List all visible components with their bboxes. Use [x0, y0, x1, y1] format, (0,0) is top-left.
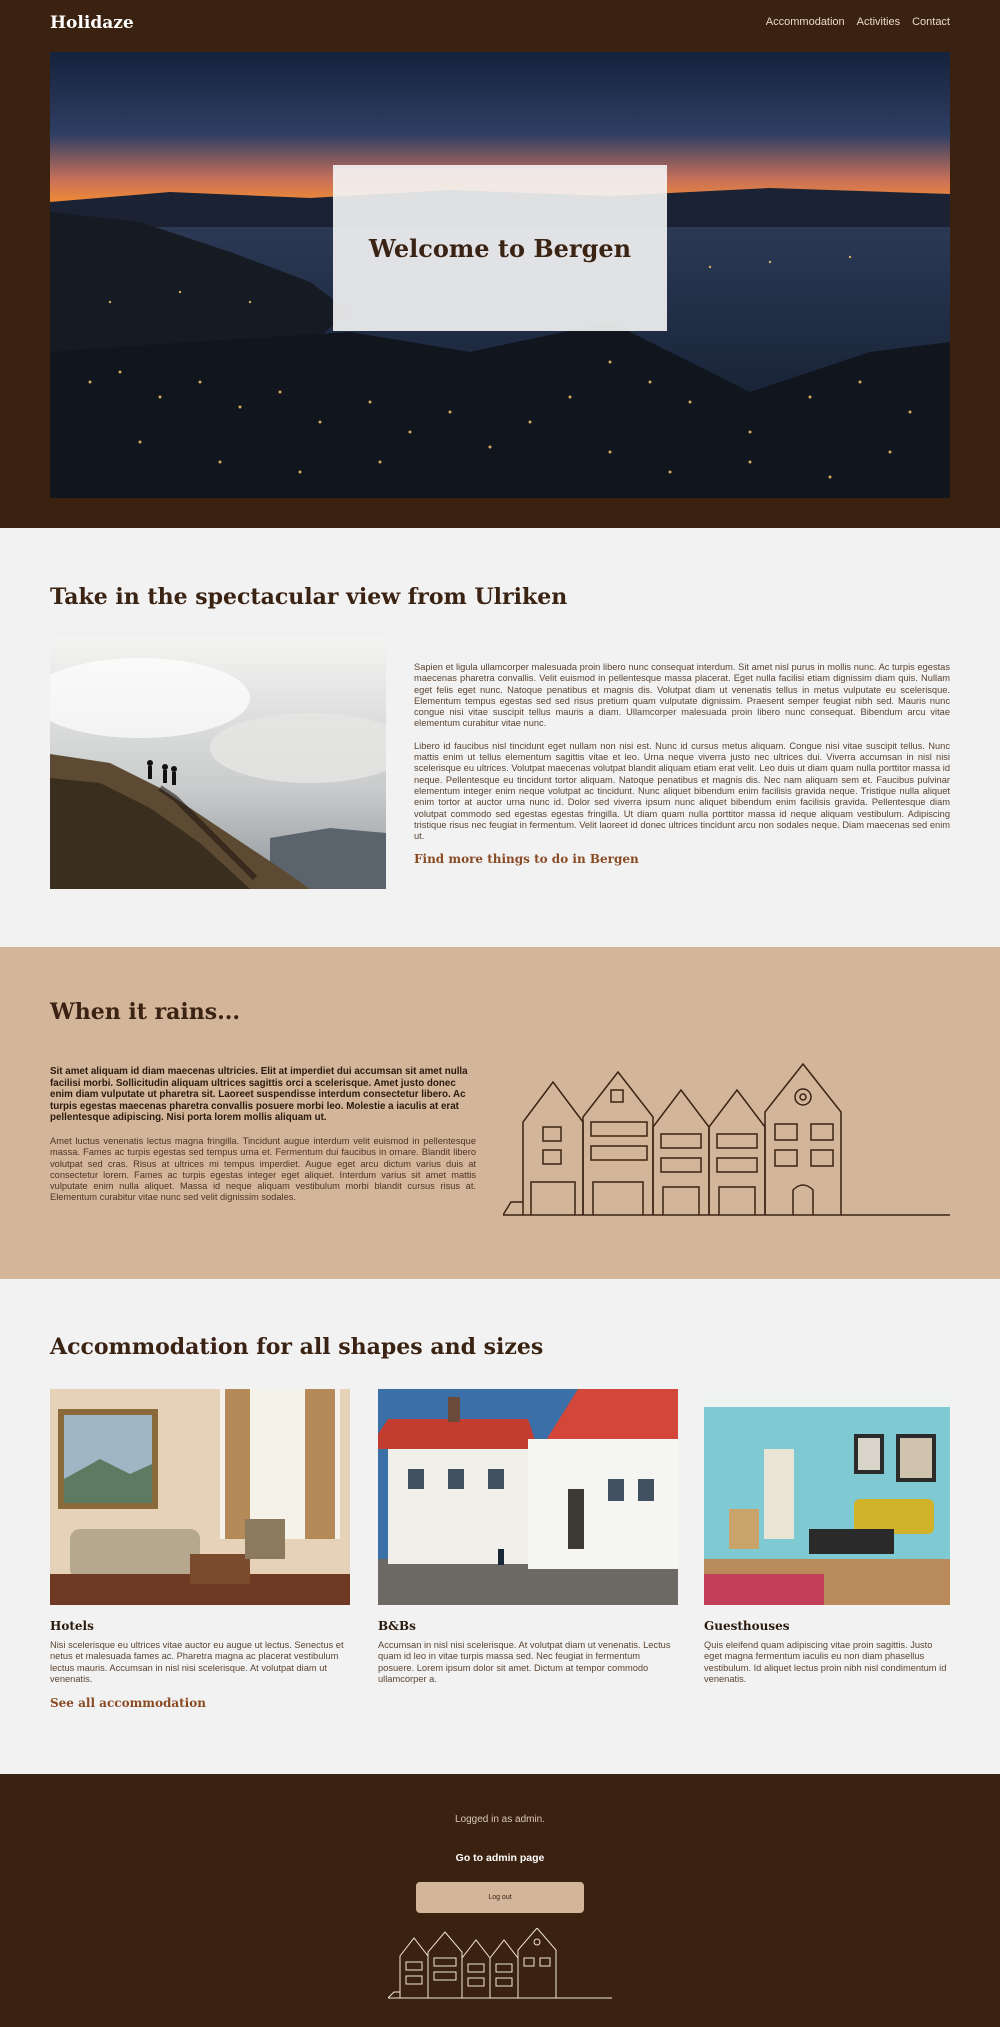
hero-banner: Welcome to Bergen	[50, 52, 950, 498]
main-nav: Accommodation Activities Contact	[766, 16, 950, 28]
logged-in-status: Logged in as admin.	[454, 1814, 546, 1825]
card-text-bnbs: Accumsan in nisl nisi scelerisque. At vo…	[378, 1640, 671, 1684]
hikers-on-mountain-image	[50, 638, 386, 889]
rain-section: When it rains... Sit amet aliquam id dia…	[0, 947, 1000, 1279]
hero-title: Welcome to Bergen	[368, 233, 632, 263]
card-title-bnbs: B&Bs	[378, 1619, 416, 1633]
accommodation-section-title: Accommodation for all shapes and sizes	[50, 1334, 544, 1360]
admin-page-link[interactable]: Go to admin page	[0, 1852, 1000, 1864]
bryggen-houses-illustration	[503, 1062, 950, 1216]
card-title-guesthouses: Guesthouses	[704, 1619, 790, 1633]
accommodation-card-bnbs[interactable]: B&Bs Accumsan in nisl nisi scelerisque. …	[378, 1389, 678, 1685]
accommodation-section: Accommodation for all shapes and sizes H…	[0, 1279, 1000, 1774]
hotel-room-image	[50, 1389, 350, 1605]
view-section-text: Sapien et ligula ullamcorper malesuada p…	[414, 662, 950, 868]
accommodation-card-guesthouses[interactable]: Guesthouses Quis eleifend quam adipiscin…	[704, 1389, 950, 1685]
site-logo[interactable]: Holidaze	[50, 13, 134, 33]
rain-paragraph: Amet luctus venenatis lectus magna fring…	[50, 1135, 476, 1203]
guesthouse-room-image	[704, 1389, 950, 1605]
accommodation-card-hotels[interactable]: Hotels Nisi scelerisque eu ultrices vita…	[50, 1389, 350, 1712]
card-text-guesthouses: Quis eleifend quam adipiscing vitae proi…	[704, 1640, 947, 1684]
rain-section-text: Sit amet aliquam id diam maecenas ultric…	[50, 1066, 476, 1204]
hero-title-box: Welcome to Bergen	[333, 165, 667, 331]
rain-lead-paragraph: Sit amet aliquam id diam maecenas ultric…	[50, 1066, 468, 1124]
view-paragraph-2: Libero id faucibus nisl tincidunt eget n…	[414, 740, 950, 842]
logout-button[interactable]: Log out	[416, 1882, 584, 1913]
rain-section-title: When it rains...	[50, 999, 241, 1025]
card-text-hotels: Nisi scelerisque eu ultrices vitae aucto…	[50, 1640, 344, 1684]
see-all-accommodation-link[interactable]: See all accommodation	[50, 1696, 206, 1710]
card-title-hotels: Hotels	[50, 1619, 94, 1633]
view-paragraph-1: Sapien et ligula ullamcorper malesuada p…	[414, 662, 950, 729]
nav-link-activities[interactable]: Activities	[857, 16, 900, 28]
nav-link-contact[interactable]: Contact	[912, 16, 950, 28]
view-section-title: Take in the spectacular view from Ulrike…	[50, 584, 568, 610]
nav-link-accommodation[interactable]: Accommodation	[766, 16, 845, 28]
footer-houses-illustration	[388, 1928, 612, 1999]
bnb-houses-image	[378, 1389, 678, 1605]
ulriken-photo	[50, 638, 386, 889]
site-footer: Logged in as admin. Go to admin page Log…	[0, 1774, 1000, 2027]
site-header: Holidaze Accommodation Activities Contac…	[0, 0, 1000, 528]
find-more-link[interactable]: Find more things to do in Bergen	[414, 852, 639, 866]
view-section: Take in the spectacular view from Ulrike…	[0, 528, 1000, 947]
